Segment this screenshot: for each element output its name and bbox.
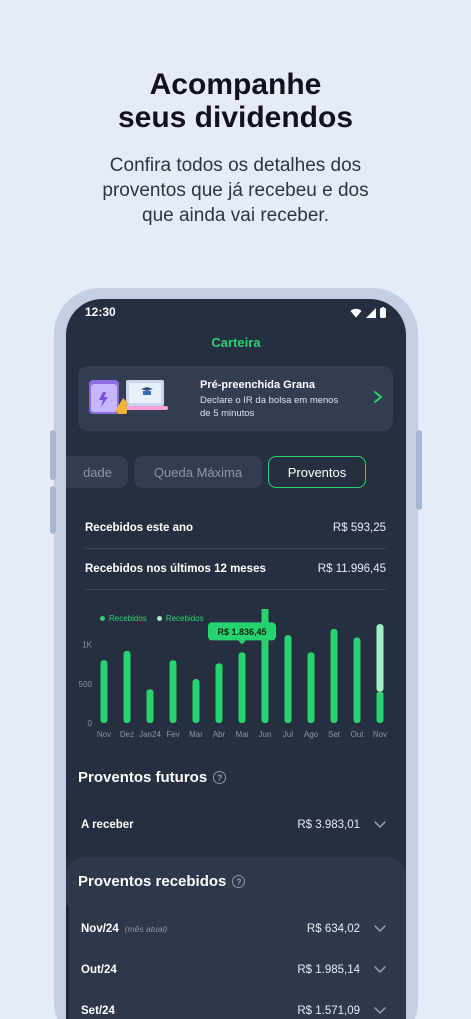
chart-bar (123, 650, 131, 723)
x-tick-label: Jun (259, 730, 272, 739)
hero-title-line2: seus dividendos (117, 101, 354, 134)
x-tick-label: Ago (304, 730, 319, 739)
x-tick-label: Mar (189, 730, 203, 739)
x-tick-label: Dez (120, 730, 134, 739)
section-title-text: Proventos futuros (78, 769, 208, 786)
phone-screen: 12:30 Carteira Pré-preenchida Grana Decl… (66, 299, 406, 1019)
promo-card[interactable]: Pré-preenchida Grana Declare o IR da bol… (78, 366, 393, 431)
accent-bar (66, 905, 69, 1019)
row-value: R$ 1.985,14 (297, 964, 360, 976)
divider (85, 589, 386, 590)
list-item-nov24[interactable]: Nov/24 (mês atual) R$ 634,02 (81, 914, 386, 944)
chart-tooltip-label: R$ 1.836,45 (217, 627, 266, 637)
list-item-a-receber[interactable]: A receber R$ 3.983,01 (81, 810, 386, 840)
y-tick-label: 1K (82, 641, 92, 650)
summary-label: Recebidos nos últimos 12 meses (85, 563, 266, 575)
status-bar: 12:30 (66, 305, 406, 325)
promo-title: Pré-preenchida Grana (200, 379, 315, 391)
page-title: Carteira (211, 335, 261, 350)
x-tick-label: Set (328, 730, 341, 739)
info-icon[interactable]: ? (232, 875, 246, 888)
tab-bar: dade Queda Máxima Proventos (66, 456, 406, 488)
phone-power-button (416, 430, 422, 510)
chart-bar (284, 635, 292, 723)
folder-laptop-illustration-icon (89, 380, 168, 414)
x-tick-label: Out (351, 730, 365, 739)
chart-bar (238, 652, 246, 723)
list-item-set24[interactable]: Set/24 R$ 1.571,09 (81, 996, 386, 1019)
signal-icon (366, 307, 376, 318)
chevron-down-icon (374, 925, 386, 933)
row-value: R$ 1.571,09 (297, 1005, 360, 1017)
chart-bar (353, 637, 361, 723)
x-tick-label: Nov (97, 730, 111, 739)
chart-bar (192, 679, 200, 723)
y-tick-label: 500 (79, 680, 93, 689)
chevron-right-icon (374, 391, 383, 403)
summary-row: Recebidos nos últimos 12 meses R$ 11.996… (85, 549, 386, 589)
chart-bar (307, 652, 315, 723)
chart-bar (376, 691, 384, 723)
chevron-down-icon (374, 1007, 386, 1015)
x-tick-label: Jul (283, 730, 293, 739)
list-item-out24[interactable]: Out/24 R$ 1.985,14 (81, 955, 386, 985)
x-tick-label: Nov (373, 730, 387, 739)
status-time: 12:30 (85, 305, 116, 319)
y-tick-label: 0 (88, 719, 93, 728)
chart-bar-secondary (376, 624, 384, 692)
promo-description: Declare o IR da bolsa em menos de 5 minu… (200, 395, 339, 419)
row-note: (mês atual) (124, 924, 168, 934)
proventos-bar-chart: 0 500 1K Nov Dez Jan24 Fev Mar Abr Mai Jun Jul Ago Se… (79, 609, 387, 739)
chart-bar (169, 660, 177, 723)
info-icon[interactable]: ? (213, 771, 227, 784)
wifi-icon (350, 308, 362, 317)
tab-proventos[interactable]: Proventos (268, 456, 366, 488)
hero-title: Acompanhe seus dividendos (0, 68, 471, 134)
summary-value: R$ 593,25 (332, 522, 386, 534)
hero-sub-line3: que ainda vai receber. (142, 205, 329, 226)
row-label: Out/24 (81, 964, 117, 976)
chart-tooltip-pointer (238, 640, 246, 645)
hero-sub-line1: Confira todos os detalhes dos (109, 155, 362, 176)
accent-bar (66, 799, 69, 859)
summary-label: Recebidos este ano (85, 522, 194, 534)
x-tick-label: Fev (166, 730, 179, 739)
phone-side-button (50, 486, 56, 534)
hero-sub-line2: proventos que já recebeu e dos (102, 180, 369, 201)
tab-queda-maxima[interactable]: Queda Máxima (134, 456, 262, 488)
hero-title-line1: Acompanhe (149, 68, 322, 101)
chart-bar (215, 663, 223, 723)
phone-side-button (50, 430, 56, 480)
summary-row: Recebidos este ano R$ 593,25 (85, 508, 386, 548)
x-tick-label: Abr (213, 730, 226, 739)
x-tick-label: Mai (236, 730, 249, 739)
row-value: R$ 634,02 (306, 923, 360, 935)
section-title-text: Proventos recebidos (78, 873, 227, 890)
section-title-recebidos: Proventos recebidos ? (78, 873, 246, 890)
chart-bar (330, 628, 338, 723)
x-tick-label: Jan24 (139, 730, 161, 739)
received-panel: Proventos recebidos ? Nov/24 (mês atual)… (66, 857, 406, 1019)
battery-icon (380, 307, 386, 318)
row-label: Nov/24 (81, 923, 119, 935)
chart-bar (100, 660, 108, 723)
section-title-futuros: Proventos futuros ? (78, 769, 227, 786)
row-label: Set/24 (81, 1005, 115, 1017)
chevron-down-icon (374, 966, 386, 974)
tab-volatilidade[interactable]: dade (66, 456, 128, 488)
status-icons (350, 307, 386, 318)
row-value: R$ 3.983,01 (297, 819, 360, 831)
hero-subtitle: Confira todos os detalhes dos proventos … (40, 153, 431, 228)
summary-value: R$ 11.996,45 (317, 563, 386, 575)
chevron-down-icon (374, 821, 386, 829)
chart-bar (146, 689, 154, 723)
row-label: A receber (81, 819, 134, 831)
